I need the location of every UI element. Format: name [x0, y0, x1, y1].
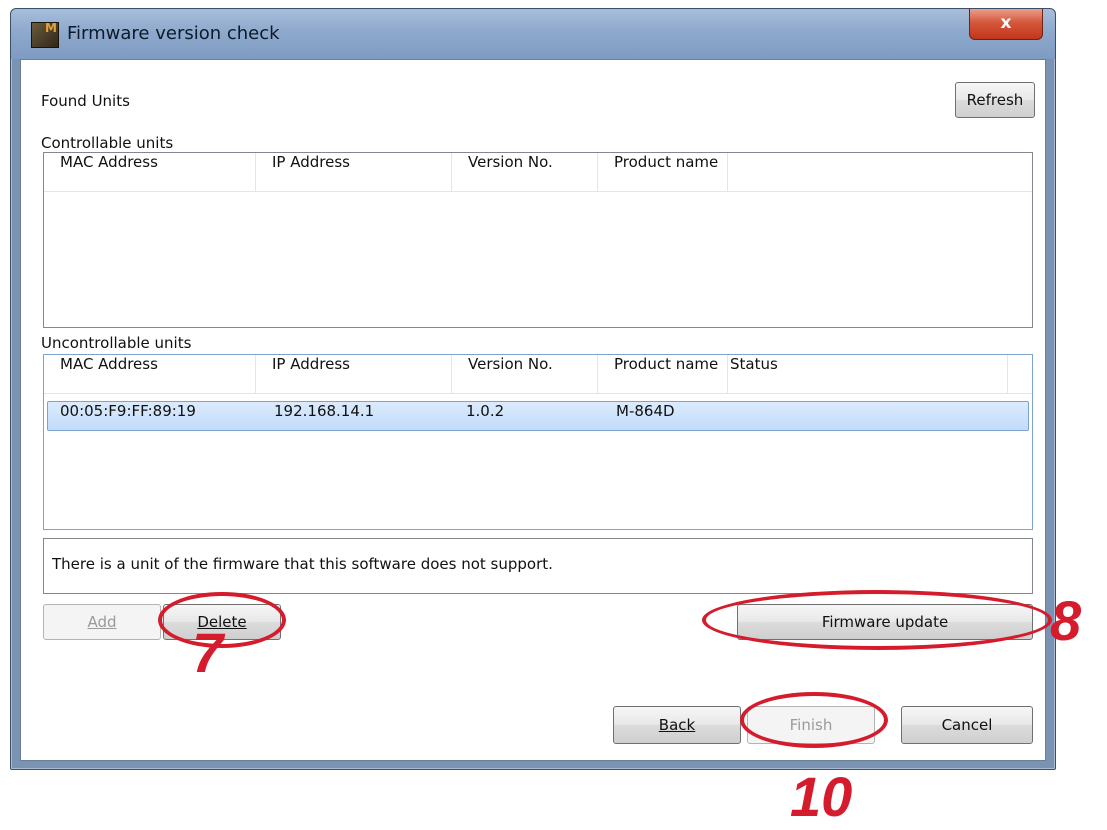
title-bar[interactable]: M Firmware version check x	[11, 9, 1055, 59]
refresh-button-label: Refresh	[966, 91, 1024, 109]
dialog-window: M Firmware version check x Found Units R…	[10, 8, 1056, 770]
row-version: 1.0.2	[466, 402, 505, 420]
row-mac: 00:05:F9:FF:89:19	[60, 402, 196, 420]
column-header-mac[interactable]: MAC Address	[44, 153, 256, 191]
window-title: Firmware version check	[67, 23, 280, 44]
uncontrollable-list-header: MAC Address IP Address Version No. Produ…	[44, 355, 1032, 394]
annotation-number-delete: 7	[192, 621, 224, 684]
refresh-button[interactable]: Refresh	[955, 82, 1035, 118]
add-button[interactable]: Add	[43, 604, 161, 640]
column-header-version[interactable]: Version No.	[452, 153, 598, 191]
back-button-label: Back	[658, 716, 696, 734]
table-row[interactable]: 00:05:F9:FF:89:19 192.168.14.1 1.0.2 M-8…	[47, 401, 1029, 431]
found-units-label: Found Units	[41, 92, 130, 110]
message-box: There is a unit of the firmware that thi…	[43, 538, 1033, 594]
row-product: M-864D	[616, 402, 675, 420]
firmware-update-highlight-ellipse	[702, 590, 1052, 650]
controllable-list-header: MAC Address IP Address Version No. Produ…	[44, 153, 1032, 192]
cancel-button[interactable]: Cancel	[901, 706, 1033, 744]
controllable-units-list[interactable]: MAC Address IP Address Version No. Produ…	[43, 152, 1033, 328]
annotation-number-firmware-update: 8	[1050, 589, 1082, 652]
controllable-units-label: Controllable units	[41, 134, 174, 152]
dialog-content: Found Units Refresh Controllable units M…	[20, 59, 1046, 761]
column-header-mac[interactable]: MAC Address	[44, 355, 256, 393]
cancel-button-label: Cancel	[941, 716, 993, 734]
app-logo-letter: M	[45, 21, 57, 35]
column-header-ip[interactable]: IP Address	[256, 153, 452, 191]
row-ip: 192.168.14.1	[274, 402, 375, 420]
column-header-ip[interactable]: IP Address	[256, 355, 452, 393]
column-header-version[interactable]: Version No.	[452, 355, 598, 393]
close-button[interactable]: x	[969, 9, 1043, 40]
column-header-product[interactable]: Product name	[598, 355, 728, 393]
column-header-status[interactable]: Status	[728, 355, 1008, 393]
annotation-number-finish: 10	[790, 765, 853, 828]
app-logo-icon: M	[31, 21, 59, 48]
add-button-label: Add	[87, 613, 117, 631]
uncontrollable-units-label: Uncontrollable units	[41, 334, 192, 352]
finish-highlight-ellipse	[740, 692, 888, 748]
back-button[interactable]: Back	[613, 706, 741, 744]
message-text: There is a unit of the firmware that thi…	[52, 555, 553, 573]
uncontrollable-units-list[interactable]: MAC Address IP Address Version No. Produ…	[43, 354, 1033, 530]
column-header-product[interactable]: Product name	[598, 153, 728, 191]
